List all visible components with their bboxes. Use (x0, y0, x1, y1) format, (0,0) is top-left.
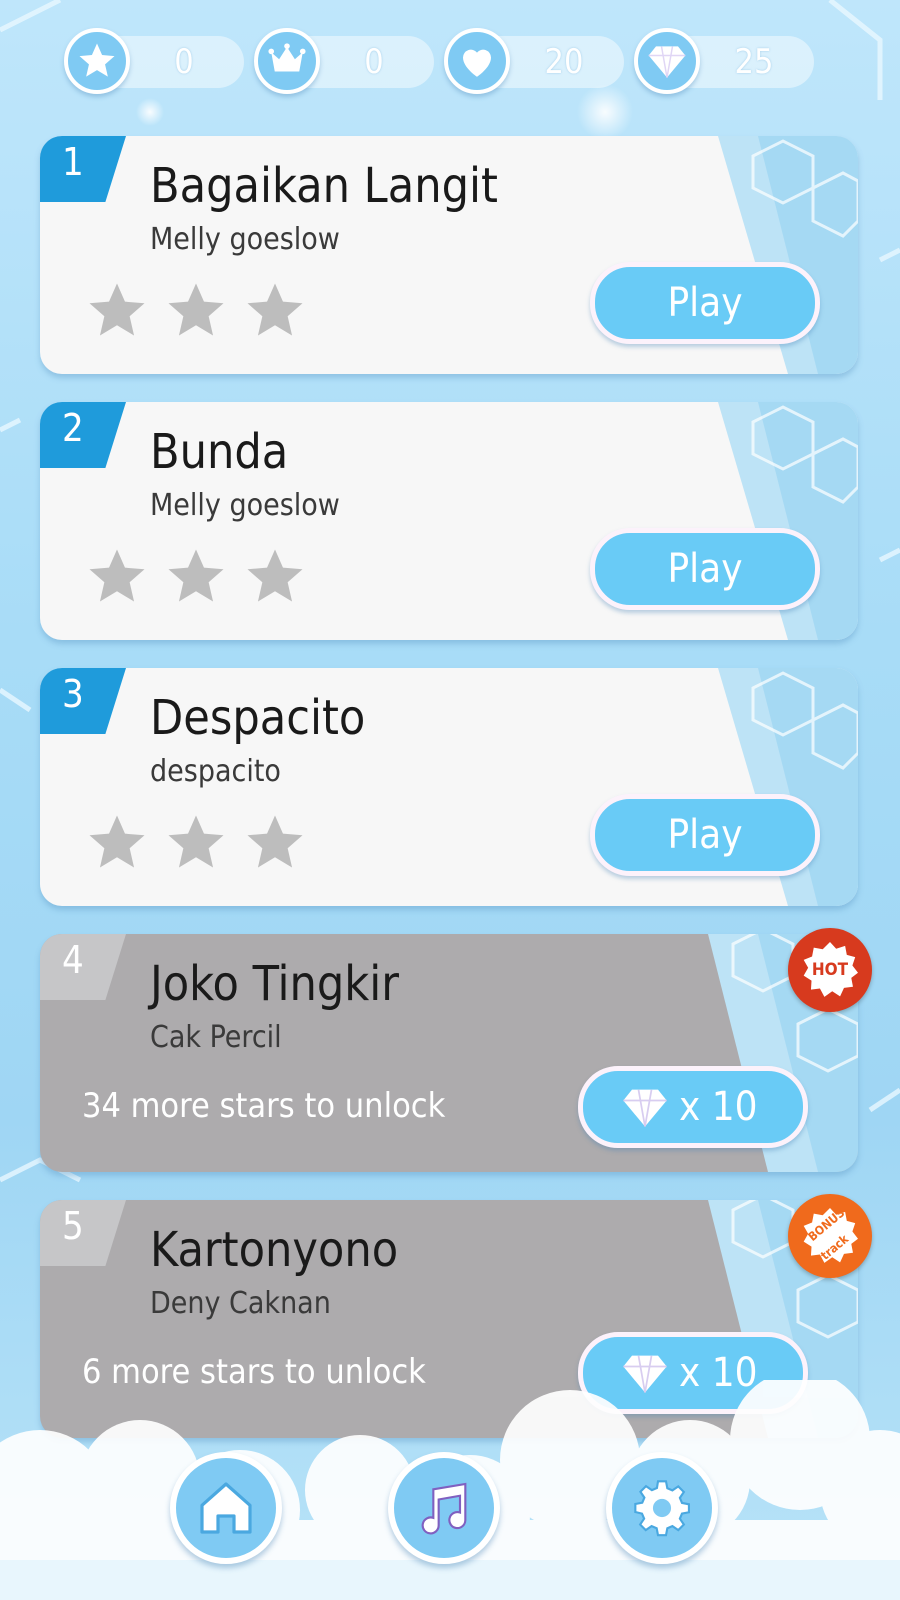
home-button[interactable] (170, 1452, 282, 1564)
song-number-tab: 4 (40, 934, 126, 1000)
song-card: 3 Despacito despacito Play (40, 668, 858, 906)
song-artist: Cak Percil (150, 1020, 282, 1055)
star-icon (89, 283, 145, 336)
star-rating (84, 810, 308, 876)
crown-count-value: 0 (364, 42, 384, 82)
diamond-icon (634, 28, 700, 94)
song-title: Despacito (150, 690, 366, 746)
song-number: 2 (62, 406, 84, 450)
heart-count-value: 20 (544, 42, 584, 82)
hot-badge: HOT (788, 928, 872, 1012)
song-title: Bunda (150, 424, 289, 480)
star-rating (84, 278, 308, 344)
stats-bar: 0 0 20 25 (64, 28, 824, 94)
star-icon (247, 549, 303, 602)
locked-song-card: 4 Joko Tingkir Cak Percil 34 more stars … (40, 934, 858, 1172)
settings-button[interactable] (606, 1452, 718, 1564)
song-card: 2 Bunda Melly goeslow Play (40, 402, 858, 640)
star-rating (84, 544, 308, 610)
song-number: 4 (62, 938, 84, 982)
star-icon (168, 815, 224, 868)
song-number-tab: 1 (40, 136, 126, 202)
song-number-tab: 5 (40, 1200, 126, 1266)
play-button[interactable]: Play (590, 262, 820, 344)
gem-cost: x 10 (679, 1084, 758, 1130)
star-icon (89, 549, 145, 602)
bonus-track-badge: BONUS track (788, 1194, 872, 1278)
hot-badge-label: HOT (811, 960, 849, 980)
music-button[interactable] (388, 1452, 500, 1564)
unlock-with-gems-button[interactable]: x 10 (578, 1066, 808, 1148)
song-number-tab: 2 (40, 402, 126, 468)
star-icon (247, 815, 303, 868)
song-number: 5 (62, 1204, 84, 1248)
song-artist: Melly goeslow (150, 222, 340, 257)
star-icon (89, 815, 145, 868)
song-artist: Melly goeslow (150, 488, 340, 523)
song-title: Joko Tingkir (150, 956, 399, 1012)
song-card: 1 Bagaikan Langit Melly goeslow Play (40, 136, 858, 374)
star-count-value: 0 (174, 42, 194, 82)
star-icon (247, 283, 303, 336)
gem-count-value: 25 (734, 42, 774, 82)
play-button[interactable]: Play (590, 528, 820, 610)
song-number-tab: 3 (40, 668, 126, 734)
crown-icon (254, 28, 320, 94)
song-number: 3 (62, 672, 84, 716)
unlock-requirement: 34 more stars to unlock (82, 1086, 446, 1126)
heart-icon (444, 28, 510, 94)
home-icon (200, 1482, 252, 1534)
play-button[interactable]: Play (590, 794, 820, 876)
gear-icon (634, 1480, 690, 1537)
song-artist: despacito (150, 754, 281, 789)
star-icon (64, 28, 130, 94)
star-icon (168, 283, 224, 336)
music-note-icon (421, 1482, 467, 1535)
star-icon (168, 549, 224, 602)
song-title: Bagaikan Langit (150, 158, 498, 214)
diamond-icon (623, 1089, 667, 1127)
song-number: 1 (62, 140, 84, 184)
song-title: Kartonyono (150, 1222, 399, 1278)
song-artist: Deny Caknan (150, 1286, 331, 1321)
